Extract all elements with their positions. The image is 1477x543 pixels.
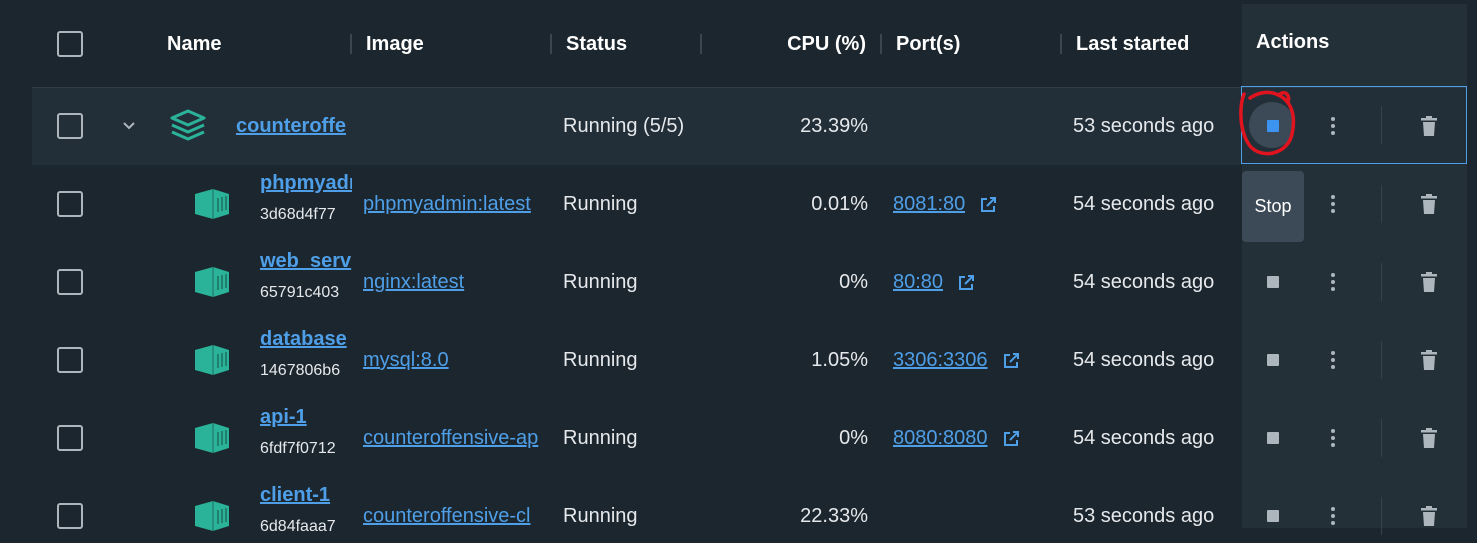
divider [1381, 497, 1382, 535]
column-resize-handle[interactable] [350, 34, 352, 54]
container-status: Running [563, 505, 638, 527]
image-link[interactable]: mysql:8.0 [363, 347, 550, 373]
port-link[interactable]: 8081:80 [893, 191, 965, 217]
divider [1381, 341, 1382, 379]
row-checkbox[interactable] [57, 269, 83, 295]
divider [1381, 106, 1382, 144]
container-icon [195, 345, 229, 375]
container-icon [195, 423, 229, 453]
port-link[interactable]: 80:80 [893, 269, 943, 295]
container-name-link[interactable]: web_serv [260, 248, 352, 274]
image-link[interactable]: nginx:latest [363, 269, 550, 295]
container-status: Running [563, 271, 638, 293]
container-icon [195, 501, 229, 531]
divider [1381, 185, 1382, 223]
container-icon [195, 267, 229, 297]
column-resize-handle[interactable] [1060, 34, 1062, 54]
port-link[interactable]: 8080:8080 [893, 425, 988, 451]
group-last-started: 53 seconds ago [1073, 115, 1215, 137]
container-id: 6d84faaa7 [260, 518, 336, 535]
containers-table: Name Image Status CPU (%) Port(s) Last s… [0, 0, 1477, 543]
container-id: 1467806b6 [260, 362, 341, 379]
container-name-link[interactable]: api-1 [260, 404, 352, 430]
container-name-link[interactable]: database [260, 326, 352, 352]
image-link[interactable]: counteroffensive-cl [363, 503, 550, 529]
stack-icon [170, 109, 206, 141]
port-link[interactable]: 3306:3306 [893, 347, 988, 373]
divider [1381, 419, 1382, 457]
container-cpu: 0% [839, 427, 868, 449]
column-header-name[interactable]: Name [167, 30, 221, 58]
trash-icon[interactable] [1421, 272, 1437, 292]
container-id: 65791c403 [260, 284, 340, 301]
container-status: Running [563, 349, 638, 371]
column-header-image[interactable]: Image [366, 30, 424, 58]
more-options-icon[interactable] [1331, 195, 1335, 213]
row-checkbox[interactable] [57, 113, 83, 139]
more-options-icon[interactable] [1331, 117, 1335, 135]
container-last-started: 54 seconds ago [1073, 349, 1215, 371]
row-checkbox[interactable] [57, 347, 83, 373]
stop-tooltip: Stop [1242, 171, 1304, 242]
column-header-last-started[interactable]: Last started [1076, 30, 1189, 58]
column-header-cpu[interactable]: CPU (%) [760, 30, 866, 58]
container-cpu: 22.33% [800, 505, 868, 527]
column-resize-handle[interactable] [880, 34, 882, 54]
container-cpu: 0.01% [811, 193, 868, 215]
group-name-link[interactable]: counteroffe [236, 113, 352, 139]
container-last-started: 54 seconds ago [1073, 427, 1215, 449]
trash-icon[interactable] [1421, 116, 1437, 136]
container-last-started: 54 seconds ago [1073, 271, 1215, 293]
container-cpu: 1.05% [811, 349, 868, 371]
trash-icon[interactable] [1421, 506, 1437, 526]
container-cpu: 0% [839, 271, 868, 293]
stop-icon[interactable] [1267, 354, 1279, 366]
container-last-started: 53 seconds ago [1073, 505, 1215, 527]
row-checkbox[interactable] [57, 191, 83, 217]
trash-icon[interactable] [1421, 428, 1437, 448]
select-all-checkbox[interactable] [57, 31, 83, 57]
container-name-link[interactable]: phpmyadm [260, 170, 352, 196]
trash-icon[interactable] [1421, 194, 1437, 214]
more-options-icon[interactable] [1331, 351, 1335, 369]
more-options-icon[interactable] [1331, 429, 1335, 447]
column-header-actions: Actions [1256, 31, 1330, 53]
divider [1381, 263, 1382, 301]
column-header-ports[interactable]: Port(s) [896, 30, 960, 58]
chevron-down-icon[interactable] [121, 120, 137, 132]
container-id: 6fdf7f0712 [260, 440, 336, 457]
row-checkbox[interactable] [57, 425, 83, 451]
stop-icon[interactable] [1267, 432, 1279, 444]
container-status: Running [563, 427, 638, 449]
external-link-icon[interactable] [1002, 430, 1020, 448]
more-options-icon[interactable] [1331, 507, 1335, 525]
container-last-started: 54 seconds ago [1073, 193, 1215, 215]
column-resize-handle[interactable] [700, 34, 702, 54]
image-link[interactable]: phpmyadmin:latest [363, 191, 550, 217]
external-link-icon[interactable] [979, 196, 997, 214]
row-checkbox[interactable] [57, 503, 83, 529]
annotation-circle [1239, 90, 1296, 156]
container-icon [195, 189, 229, 219]
container-name-link[interactable]: client-1 [260, 482, 352, 508]
container-id: 3d68d4f77 [260, 206, 336, 223]
more-options-icon[interactable] [1331, 273, 1335, 291]
column-header-status[interactable]: Status [566, 30, 627, 58]
image-link[interactable]: counteroffensive-ap [363, 425, 550, 451]
container-status: Running [563, 193, 638, 215]
stop-icon[interactable] [1267, 276, 1279, 288]
column-resize-handle[interactable] [550, 34, 552, 54]
trash-icon[interactable] [1421, 350, 1437, 370]
stop-icon[interactable] [1267, 510, 1279, 522]
group-cpu: 23.39% [800, 115, 868, 137]
group-status: Running (5/5) [563, 115, 685, 137]
external-link-icon[interactable] [1002, 352, 1020, 370]
external-link-icon[interactable] [957, 274, 975, 292]
